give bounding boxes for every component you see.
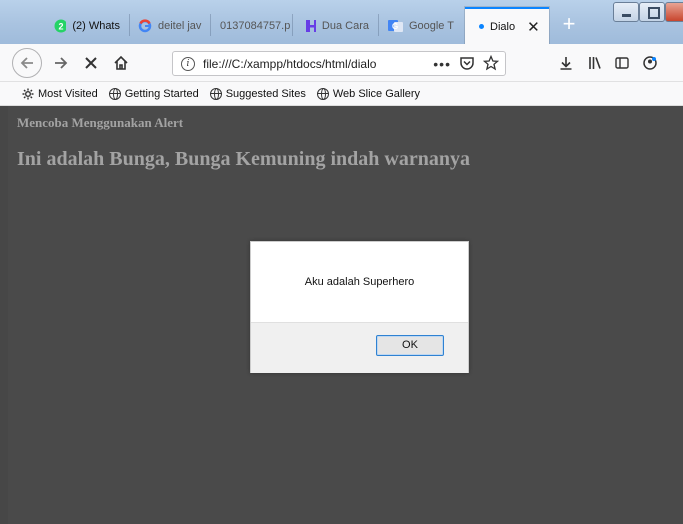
stop-button[interactable] — [77, 49, 105, 77]
tab-dialog-active[interactable]: Dialo ✕ — [465, 7, 549, 44]
info-icon[interactable]: i — [181, 56, 195, 71]
gear-icon — [22, 88, 34, 99]
page-heading: Ini adalah Bunga, Bunga Kemuning indah w… — [17, 148, 470, 170]
ok-button[interactable]: OK — [376, 335, 444, 356]
bookmarks-toolbar: Most Visited Getting Started Suggested S… — [0, 82, 683, 106]
alert-dialog: Aku adalah Superhero OK — [250, 241, 469, 373]
tab-separator — [292, 14, 293, 36]
tab-label: Google T — [408, 19, 454, 32]
alert-footer: OK — [251, 322, 468, 373]
maximize-button[interactable] — [639, 2, 665, 22]
tab-pdf[interactable]: 0137084757.p — [212, 7, 292, 44]
bookmark-most-visited[interactable]: Most Visited — [22, 88, 98, 100]
tab-label: deitel jav — [158, 19, 202, 32]
tab-label: Dua Cara — [321, 19, 369, 32]
new-tab-button[interactable]: + — [556, 10, 582, 40]
hostinger-icon — [306, 19, 316, 32]
tab-dua-cara[interactable]: Dua Cara — [297, 7, 377, 44]
library-icon[interactable] — [587, 55, 603, 71]
forward-button[interactable] — [47, 49, 75, 77]
bookmark-label: Getting Started — [124, 87, 199, 100]
tab-deitel[interactable]: deitel jav — [130, 7, 210, 44]
bookmark-label: Most Visited — [38, 87, 98, 100]
bookmark-label: Web Slice Gallery — [332, 87, 421, 100]
back-arrow-icon — [20, 57, 33, 69]
page-title: Mencoba Menggunakan Alert — [17, 115, 184, 130]
tab-label: 0137084757.p — [220, 19, 291, 32]
google-translate-icon: G — [388, 19, 403, 32]
close-tab-icon[interactable]: ✕ — [527, 18, 540, 36]
whatsapp-icon: 2 — [54, 19, 67, 32]
svg-text:G: G — [392, 22, 398, 31]
bookmark-star-icon[interactable] — [483, 55, 499, 71]
alert-message: Aku adalah Superhero — [304, 276, 415, 288]
home-icon — [114, 55, 128, 70]
tab-label: (2) Whats — [72, 19, 120, 32]
globe-icon — [209, 87, 222, 100]
globe-icon — [316, 87, 329, 100]
bookmark-getting-started[interactable]: Getting Started — [108, 87, 199, 100]
bookmark-web-slice-gallery[interactable]: Web Slice Gallery — [316, 87, 421, 100]
close-window-button[interactable] — [665, 2, 683, 22]
bookmark-suggested-sites[interactable]: Suggested Sites — [209, 87, 306, 100]
close-icon — [85, 57, 97, 69]
forward-arrow-icon — [55, 57, 68, 69]
svg-text:2: 2 — [58, 21, 63, 31]
page-actions-button[interactable]: ••• — [433, 56, 451, 72]
tab-whatsapp[interactable]: 2 (2) Whats — [46, 7, 128, 44]
sidebar-icon[interactable] — [614, 55, 630, 71]
pocket-icon[interactable] — [459, 55, 475, 71]
globe-icon — [108, 87, 121, 100]
home-button[interactable] — [107, 49, 135, 77]
google-icon — [138, 18, 152, 32]
nav-toolbar: i file:///C:/xampp/htdocs/html/dialo ••• — [0, 44, 683, 82]
bookmark-label: Suggested Sites — [225, 87, 306, 100]
tab-label: Dialo — [490, 20, 516, 33]
page-left-edge — [0, 106, 8, 524]
dot-icon — [479, 24, 484, 29]
url-bar[interactable]: i file:///C:/xampp/htdocs/html/dialo ••• — [172, 51, 506, 76]
page-content: Mencoba Menggunakan Alert Ini adalah Bun… — [0, 106, 683, 524]
tab-google-translate[interactable]: G Google T — [380, 7, 462, 44]
download-icon[interactable] — [558, 55, 574, 71]
minimize-button[interactable] — [613, 2, 639, 22]
back-button[interactable] — [12, 48, 42, 78]
account-icon[interactable] — [642, 55, 658, 71]
url-text[interactable]: file:///C:/xampp/htdocs/html/dialo — [203, 57, 433, 71]
tab-separator — [210, 14, 211, 36]
tab-separator — [378, 14, 379, 36]
tab-strip: 2 (2) Whats deitel jav 0137084757.p Dua … — [0, 0, 683, 44]
